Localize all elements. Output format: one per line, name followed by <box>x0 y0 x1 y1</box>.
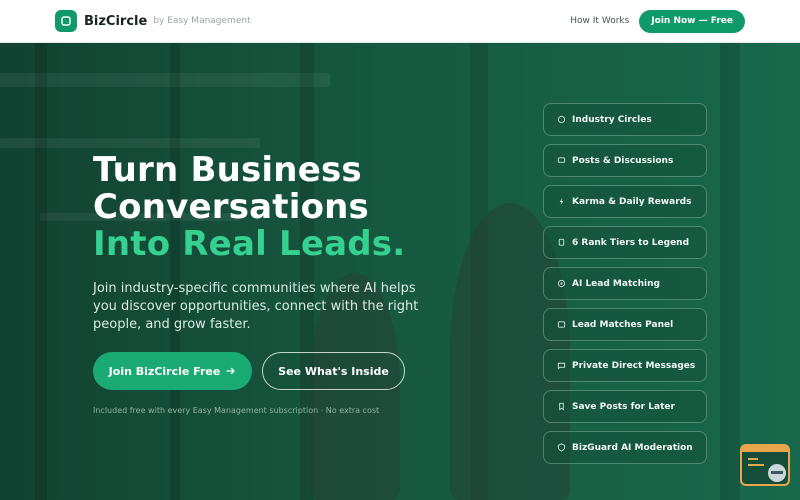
support-widget-icon[interactable] <box>740 444 790 486</box>
hero-subtitle: Join industry-specific communities where… <box>93 281 419 332</box>
feature-save-posts[interactable]: Save Posts for Later <box>543 390 707 423</box>
feature-direct-messages[interactable]: Private Direct Messages <box>543 349 707 382</box>
feature-label: Save Posts for Later <box>572 401 675 412</box>
feature-industry-circles[interactable]: Industry Circles <box>543 103 707 136</box>
hero-title: Turn Business Conversations Into Real Le… <box>93 152 405 263</box>
trophy-icon <box>556 238 566 248</box>
feature-lead-matches-panel[interactable]: Lead Matches Panel <box>543 308 707 341</box>
hero-title-line2: Conversations <box>93 187 369 227</box>
chat-icon <box>556 156 566 166</box>
join-bizcircle-label: Join BizCircle Free <box>108 364 221 378</box>
bookmark-icon <box>556 402 566 412</box>
feature-label: AI Lead Matching <box>572 278 660 289</box>
feature-label: Industry Circles <box>572 114 652 125</box>
feature-label: Lead Matches Panel <box>572 319 674 330</box>
see-whats-inside-button[interactable]: See What's Inside <box>262 352 405 390</box>
logo-icon[interactable] <box>55 10 77 32</box>
bolt-icon <box>556 197 566 207</box>
feature-posts-discussions[interactable]: Posts & Discussions <box>543 144 707 177</box>
message-icon <box>556 361 566 371</box>
subscription-note: Included free with every Easy Management… <box>93 406 380 415</box>
arrow-right-icon <box>226 367 235 375</box>
feature-label: 6 Rank Tiers to Legend <box>572 237 690 248</box>
feature-bizguard-moderation[interactable]: BizGuard AI Moderation <box>543 431 707 464</box>
brand-byline: by Easy Management <box>153 16 251 26</box>
feature-label: Posts & Discussions <box>572 155 674 166</box>
feature-rank-tiers[interactable]: 6 Rank Tiers to Legend <box>543 226 707 259</box>
feature-label: Private Direct Messages <box>572 360 696 371</box>
circles-icon <box>556 115 566 125</box>
top-nav: BizCircle by Easy Management How It Work… <box>0 0 800 43</box>
hero-title-line1: Turn Business <box>93 150 362 190</box>
feature-label: BizGuard AI Moderation <box>572 442 693 453</box>
join-bizcircle-button[interactable]: Join BizCircle Free <box>93 352 252 390</box>
feature-label: Karma & Daily Rewards <box>572 196 692 207</box>
feature-ai-lead-matching[interactable]: AI Lead Matching <box>543 267 707 300</box>
shield-icon <box>556 443 566 453</box>
how-it-works-link[interactable]: How It Works <box>570 16 629 26</box>
feature-karma-rewards[interactable]: Karma & Daily Rewards <box>543 185 707 218</box>
target-icon <box>556 279 566 289</box>
panel-icon <box>556 320 566 330</box>
join-now-button[interactable]: Join Now — Free <box>639 9 745 33</box>
brand-name[interactable]: BizCircle <box>84 14 147 29</box>
hero-title-line3: Into Real Leads. <box>93 224 406 264</box>
